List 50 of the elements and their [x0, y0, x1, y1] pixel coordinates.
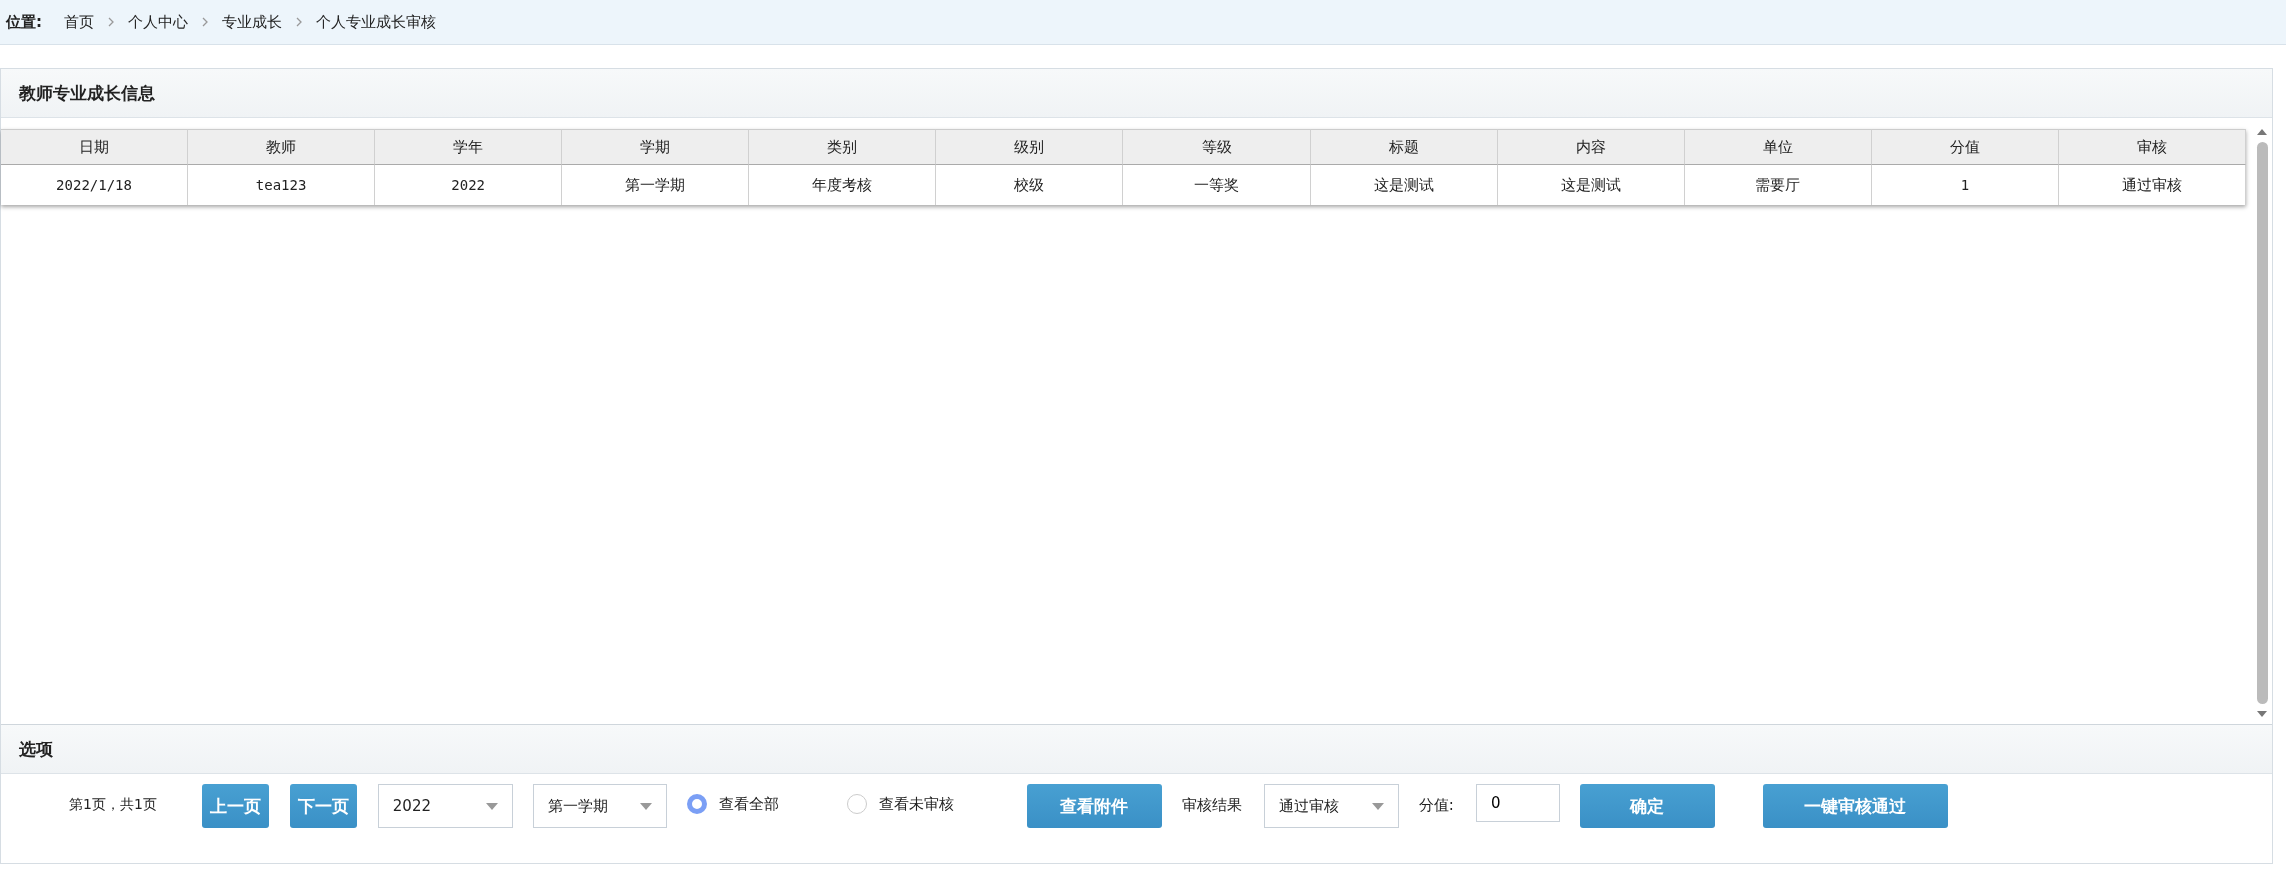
- table-cell: 年度考核: [749, 165, 937, 205]
- page-info: 第1页，共1页: [69, 796, 157, 814]
- table-cell: 一等奖: [1123, 165, 1311, 205]
- panel-title: 教师专业成长信息: [19, 81, 155, 105]
- result-label: 审核结果: [1181, 796, 1242, 815]
- chevron-right-icon: [296, 17, 302, 27]
- table-cell: 1: [1871, 165, 2059, 205]
- chevron-right-icon: [108, 17, 114, 27]
- column-header: 标题: [1310, 129, 1498, 165]
- table-cell: 通过审核: [2058, 165, 2246, 205]
- radio-button[interactable]: [846, 794, 867, 814]
- breadcrumb-link[interactable]: 首页: [64, 12, 94, 32]
- table-cell: 校级: [936, 165, 1124, 205]
- options-title: 选项: [19, 737, 53, 761]
- column-header: 内容: [1497, 129, 1685, 165]
- caret-icon: [639, 803, 652, 810]
- column-header: 等级: [1123, 129, 1311, 165]
- breadcrumb-link[interactable]: 个人专业成长审核: [316, 12, 436, 32]
- breadcrumb-link[interactable]: 个人中心: [128, 12, 188, 32]
- score-input[interactable]: 0: [1475, 784, 1560, 822]
- caret-icon: [1371, 803, 1384, 810]
- radio-label[interactable]: 查看未审核: [878, 794, 954, 814]
- column-header: 教师: [188, 129, 376, 165]
- column-header: 学期: [562, 129, 750, 165]
- table-cell: 2022/1/18: [1, 165, 189, 205]
- score-label: 分值:: [1418, 796, 1454, 815]
- table-cell: tea123: [188, 165, 376, 205]
- scroll-up-icon[interactable]: [2256, 128, 2268, 136]
- column-header: 日期: [1, 129, 189, 165]
- table-cell: 这是测试: [1310, 165, 1498, 205]
- column-header: 类别: [749, 129, 937, 165]
- column-header: 单位: [1684, 129, 1872, 165]
- year-select[interactable]: 2022: [377, 784, 513, 828]
- radio-label[interactable]: 查看全部: [718, 794, 779, 814]
- chevron-right-icon: [202, 17, 208, 27]
- radio-button[interactable]: [686, 794, 707, 814]
- column-header: 级别: [936, 129, 1124, 165]
- table-cell: 2022: [375, 165, 563, 205]
- table-cell: 这是测试: [1497, 165, 1685, 205]
- result-select[interactable]: 通过审核: [1263, 784, 1399, 828]
- table-cell: 需要厅: [1684, 165, 1872, 205]
- term-select[interactable]: 第一学期: [532, 784, 667, 828]
- caret-icon: [485, 803, 498, 810]
- column-header: 审核: [2058, 129, 2246, 165]
- location-label: 位置:: [6, 12, 42, 32]
- column-header: 学年: [375, 129, 563, 165]
- breadcrumb-link[interactable]: 专业成长: [222, 12, 282, 32]
- table-cell: 第一学期: [562, 165, 750, 205]
- column-header: 分值: [1871, 129, 2059, 165]
- scroll-down-icon[interactable]: [2256, 710, 2268, 718]
